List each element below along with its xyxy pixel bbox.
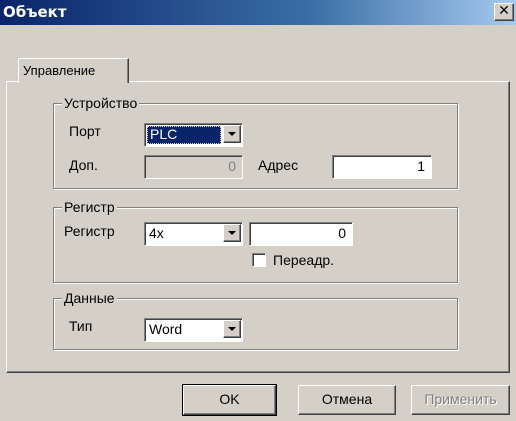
chevron-down-icon[interactable] bbox=[223, 224, 241, 242]
redirect-checkbox[interactable] bbox=[252, 253, 266, 267]
ok-button[interactable]: OK bbox=[182, 384, 277, 416]
type-combo[interactable]: Word bbox=[144, 318, 243, 342]
port-combo[interactable]: PLC bbox=[144, 123, 243, 147]
register-label: Регистр bbox=[64, 223, 115, 239]
register-value: 0 bbox=[338, 225, 346, 241]
title-bar bbox=[0, 0, 516, 25]
tab-control[interactable]: Управление bbox=[18, 58, 129, 83]
redirect-label: Переадр. bbox=[273, 252, 335, 268]
type-label: Тип bbox=[69, 318, 93, 334]
cancel-button[interactable]: Отмена bbox=[298, 385, 396, 415]
type-value: Word bbox=[149, 321, 183, 337]
chevron-down-icon[interactable] bbox=[223, 125, 241, 143]
register-type-value: 4x bbox=[149, 225, 164, 241]
address-label: Адрес bbox=[258, 157, 299, 173]
close-icon: ✕ bbox=[498, 3, 510, 19]
device-group-legend: Устройство bbox=[62, 95, 140, 111]
window-title: Объект bbox=[3, 3, 67, 21]
port-label: Порт bbox=[69, 123, 101, 139]
apply-button[interactable]: Применить bbox=[411, 385, 510, 415]
address-input[interactable]: 1 bbox=[332, 155, 432, 179]
register-group-legend: Регистр bbox=[62, 199, 117, 215]
register-value-input[interactable]: 0 bbox=[249, 222, 353, 246]
port-value: PLC bbox=[150, 126, 178, 142]
data-group-legend: Данные bbox=[62, 290, 117, 306]
extra-label: Доп. bbox=[69, 157, 98, 173]
extra-field: 0 bbox=[144, 155, 243, 179]
chevron-down-icon[interactable] bbox=[223, 320, 241, 338]
address-value: 1 bbox=[417, 158, 425, 174]
extra-value: 0 bbox=[228, 158, 236, 174]
register-type-combo[interactable]: 4x bbox=[144, 222, 243, 246]
tab-control-label: Управление bbox=[23, 63, 96, 78]
close-button[interactable]: ✕ bbox=[494, 3, 514, 21]
